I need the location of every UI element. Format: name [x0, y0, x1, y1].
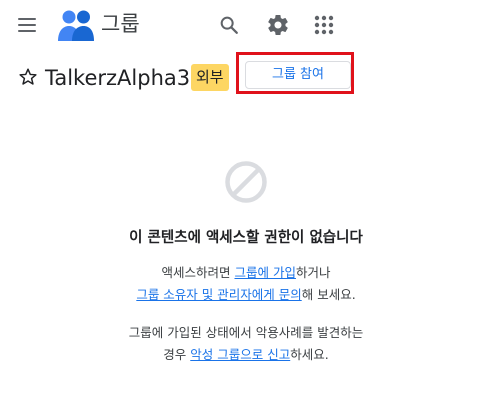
google-apps-button[interactable] [310, 11, 338, 39]
line4-suffix: 하세요. [290, 347, 329, 362]
line2-suffix: 해 보세요. [301, 287, 356, 302]
main-menu-button[interactable] [14, 12, 42, 38]
external-badge: 외부 [191, 64, 229, 91]
no-access-title: 이 콘텐츠에 액세스할 권한이 없습니다 [129, 230, 363, 246]
line1-prefix: 액세스하려면 [161, 265, 235, 280]
settings-button[interactable] [264, 11, 292, 39]
hamburger-menu-icon [18, 18, 36, 20]
group-name: TalkerzAlpha3 [45, 66, 191, 90]
report-abuse-link[interactable]: 악성 그룹으로 신고 [190, 347, 290, 362]
blocked-icon [225, 161, 267, 203]
join-group-link[interactable]: 그룹에 가입 [234, 265, 295, 280]
groups-logo-icon[interactable] [58, 8, 94, 42]
no-access-line-2: 그룹 소유자 및 관리자에게 문의해 보세요. [0, 284, 492, 306]
apps-grid-icon [314, 15, 334, 35]
join-group-button[interactable]: 그룹 참여 [245, 61, 351, 89]
line4-prefix: 경우 [163, 347, 191, 362]
star-outline-icon[interactable] [17, 66, 39, 88]
line1-suffix: 하거나 [295, 265, 331, 280]
app-title: 그룹 [101, 12, 140, 36]
abuse-line-1: 그룹에 가입된 상태에서 악용사례를 발견하는 [128, 325, 364, 340]
gear-icon [268, 15, 288, 35]
page: 그룹 TalkerzAlpha3 외부 그룹 참여 이 콘텐츠에 액세스할 권한… [0, 0, 492, 417]
search-button[interactable] [215, 11, 243, 39]
no-access-line-1: 액세스하려면 그룹에 가입하거나 [0, 262, 492, 284]
contact-owners-link[interactable]: 그룹 소유자 및 관리자에게 문의 [136, 287, 301, 302]
top-app-bar: 그룹 [0, 0, 492, 50]
search-icon [220, 16, 238, 34]
abuse-line-2: 경우 악성 그룹으로 신고하세요. [0, 344, 492, 366]
